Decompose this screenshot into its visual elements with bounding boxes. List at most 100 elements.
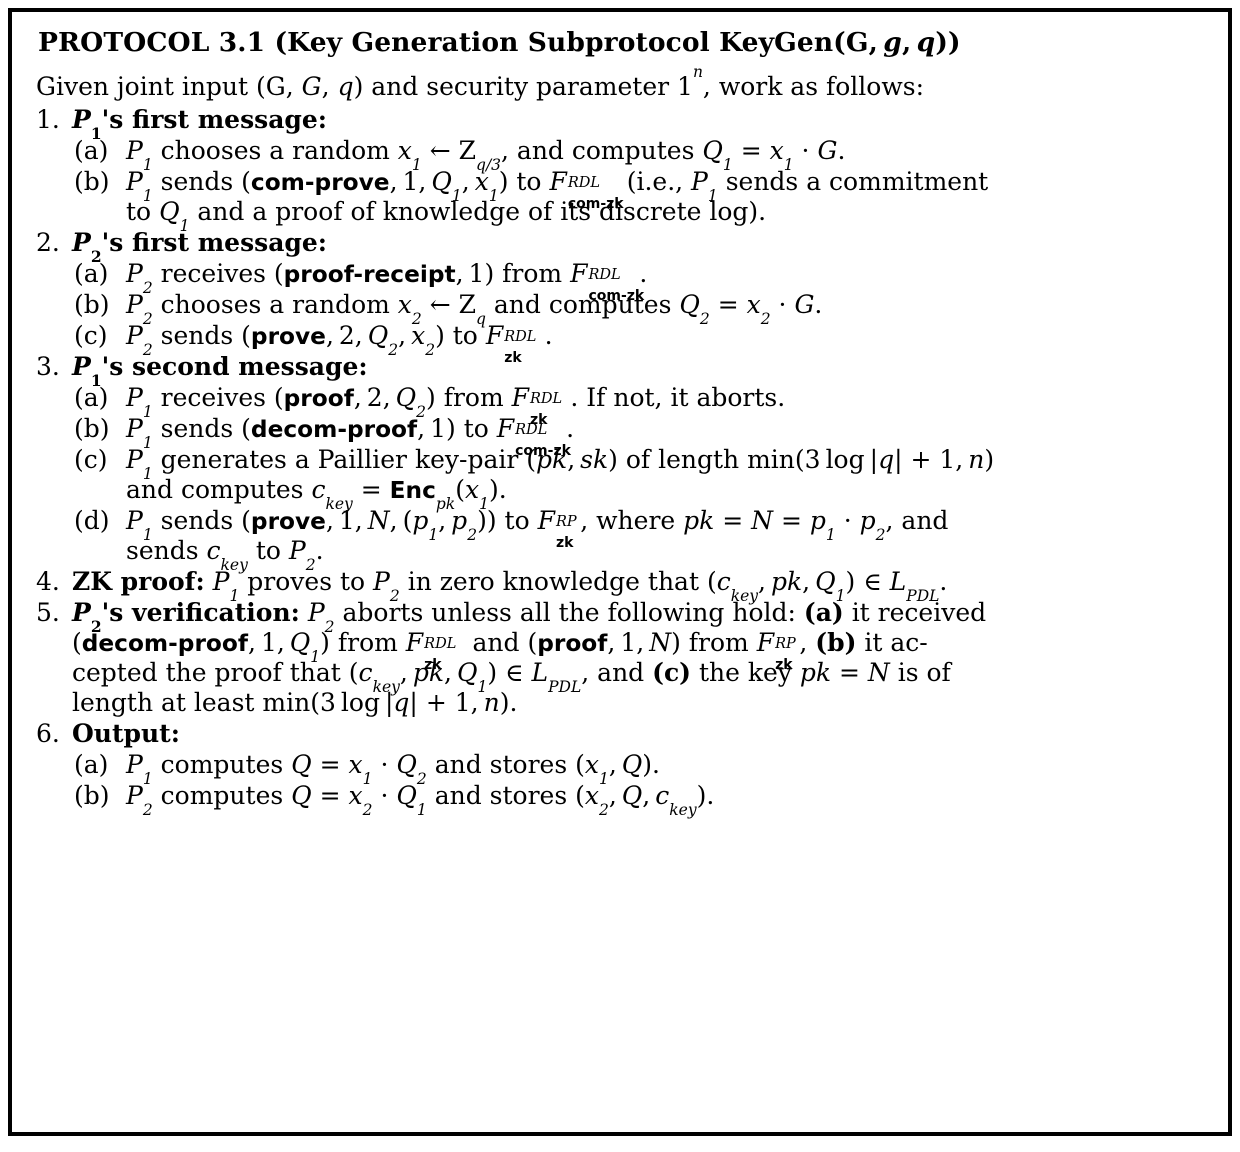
public-share-q: Q xyxy=(815,567,836,597)
modulus-n: N xyxy=(751,506,774,536)
phrase-and-stores: and stores xyxy=(434,750,568,780)
protocol-step-6: 6. Output: (a) P1 computes Q = x1 · Q2 a… xyxy=(34,719,1206,817)
message-tag-com-prove: com-prove xyxy=(250,169,390,197)
phrase-proof-knowledge: and a proof of knowledge of its discrete… xyxy=(197,197,767,227)
secret-share-x: x xyxy=(746,290,761,320)
secret-share-index: 2 xyxy=(598,800,609,819)
cdot-operator: · xyxy=(380,750,389,780)
party-p: P xyxy=(126,445,143,475)
condition-label-c: (c) xyxy=(652,658,692,688)
modulus-n: N xyxy=(367,506,390,536)
generator-g: G xyxy=(794,290,815,320)
party-p: P xyxy=(126,506,143,536)
step-1-substeps: (a) P1 chooses a random x1 ← Zq/3, and c… xyxy=(72,136,1206,233)
step-5-heading-rest: 's verification: xyxy=(101,598,300,628)
msg-index-1: 1 xyxy=(430,414,446,444)
functionality-zk-rdl: FRDLzkR D L xyxy=(485,321,537,366)
equals-sign: = xyxy=(319,750,341,780)
public-share-q: Q xyxy=(396,750,417,780)
ciphertext-ckey-subscript: key xyxy=(372,677,400,696)
phrase-sends: sends xyxy=(160,321,234,351)
msg-index-1: 1 xyxy=(468,259,485,289)
message-tag-proof: proof xyxy=(537,630,608,658)
language-subscript-pdl: PDL xyxy=(548,677,582,696)
step-2c: (c) P2 sends (prove, 2, Q2, x2) to F RDL z… xyxy=(74,321,553,366)
phrase-sends-commitment: sends a commitment xyxy=(725,167,989,197)
phrase-sends: sends xyxy=(126,536,199,566)
step-3c-continuation: and computes ckey = Encpk(x1). xyxy=(126,475,507,513)
title-close-parens: )) xyxy=(935,27,961,58)
step-1a: (a) P1 chooses a random x1 ← Zq/3, and c… xyxy=(74,136,846,174)
step-3d: (d) P1 sends (prove, 1, N, (p1, p2)) to … xyxy=(72,506,1206,572)
prime-p: p xyxy=(809,506,826,536)
party-p: P xyxy=(212,567,230,597)
step-5-party: P xyxy=(72,598,91,628)
functionality-zk-rp: FRPzkR P xyxy=(537,506,577,551)
party-p: P xyxy=(373,567,390,597)
public-key-pk: pk xyxy=(771,567,803,597)
language-l: L xyxy=(889,567,907,597)
step-6a-label: (a) xyxy=(74,750,109,780)
functionality-com-zk-rdl: FRDLcom-zkcom-zk xyxy=(570,259,645,304)
step-3-heading-rest: 's second message: xyxy=(101,352,368,382)
party-p: P xyxy=(691,167,708,197)
phrase-to: to xyxy=(516,167,542,197)
phrase-to: to xyxy=(255,536,281,566)
shared-public-key-q: Q xyxy=(291,750,312,780)
equals-sign: = xyxy=(722,506,744,536)
message-tag-proof: proof xyxy=(283,385,354,413)
secret-share-x: x xyxy=(474,167,489,197)
step-2-heading: P2's first message: xyxy=(72,228,327,264)
msg-index-1: 1 xyxy=(338,506,355,536)
group-symbol-title: G xyxy=(845,27,869,58)
secret-share-x: x xyxy=(397,290,412,320)
intro-tail: , work as follows: xyxy=(702,72,924,102)
party-p: P xyxy=(126,383,143,413)
party-index: 1 xyxy=(707,186,718,205)
party-p: P xyxy=(126,781,143,811)
step-1-heading: P1's first message: xyxy=(72,105,327,141)
phrase-receives: receives xyxy=(160,259,266,289)
intro-lead: Given joint input ( xyxy=(36,72,266,102)
protocol-title: PROTOCOL 3.1 (Key Generation Subprotocol… xyxy=(38,27,1206,58)
phrase-it-accepted: it ac- xyxy=(864,628,928,658)
phrase-from: from xyxy=(688,628,749,658)
phrase-from: from xyxy=(502,259,563,289)
sampled-from-arrow-icon: ← xyxy=(429,136,451,166)
cdot-operator: · xyxy=(843,506,852,536)
secret-share-index: 1 xyxy=(488,186,499,205)
phrase-proves-to: proves to xyxy=(247,567,366,597)
secret-key-sk: sk xyxy=(580,445,609,475)
integers-symbol: Z xyxy=(458,290,477,320)
phrase-chooses-random: chooses a random xyxy=(160,136,390,166)
msg-index-1: 1 xyxy=(620,628,637,658)
cdot-operator: · xyxy=(380,781,389,811)
phrase-length-at-least: length at least xyxy=(72,688,255,718)
public-share-q: Q xyxy=(679,290,700,320)
message-tag-proof-receipt: proof-receipt xyxy=(283,261,456,289)
prime-index: 1 xyxy=(428,525,439,544)
shared-public-key-q: Q xyxy=(621,781,643,811)
step-2b: (b) P2 chooses a random x2 ← Zq and comp… xyxy=(74,290,823,328)
equals-sign: = xyxy=(780,506,802,536)
condition-label-a: (a) xyxy=(803,598,844,628)
party-p: P xyxy=(126,414,143,444)
equals-sign: = xyxy=(839,658,860,688)
public-key-pk: pk xyxy=(683,506,715,536)
step-5-line-2: (decom-proof, 1, Q1) from FRDLzkR D L an… xyxy=(72,628,928,673)
step-6-heading: Output: xyxy=(72,719,180,749)
step-3a: (a) P1 receives (proof, 2, Q2) from F RDL… xyxy=(74,383,786,428)
ciphertext-ckey: c xyxy=(358,658,373,688)
party-index: 1 xyxy=(142,464,153,483)
party-p: P xyxy=(126,167,143,197)
msg-index-1: 1 xyxy=(260,628,277,658)
modulus-n: N xyxy=(867,658,890,688)
party-index: 2 xyxy=(142,800,153,819)
phrase-of-length: of length xyxy=(625,445,740,475)
modulus-n: N xyxy=(649,628,672,658)
secret-share-index: 2 xyxy=(362,800,373,819)
secret-share-x: x xyxy=(348,750,363,780)
step-4-number: 4. xyxy=(36,567,60,597)
step-3-heading: P1's second message: xyxy=(72,352,368,388)
protocol-box: PROTOCOL 3.1 (Key Generation Subprotocol… xyxy=(8,8,1232,1136)
